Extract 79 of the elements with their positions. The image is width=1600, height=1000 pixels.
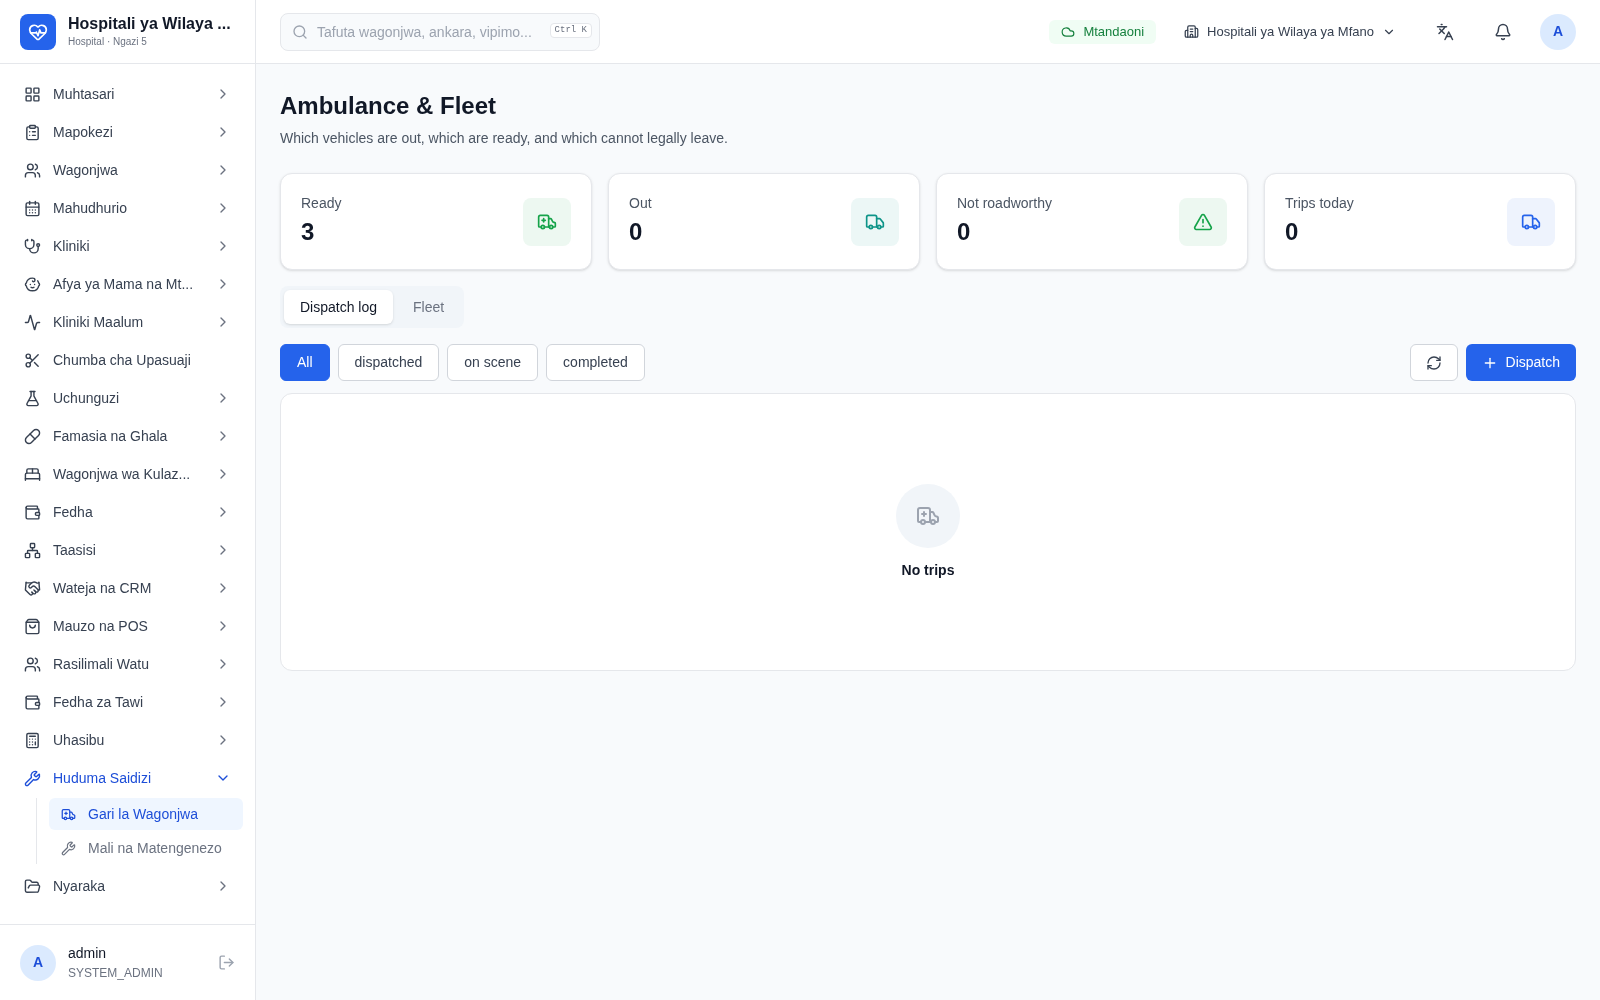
ambulance-icon: [61, 806, 76, 822]
translate-icon[interactable]: [1436, 22, 1454, 41]
sidebar-item[interactable]: Fedha: [12, 494, 243, 530]
flask-icon: [24, 389, 41, 407]
sidebar-item[interactable]: Wagonjwa wa Kulaz...: [12, 456, 243, 492]
sidebar-item[interactable]: Wateja na CRM: [12, 570, 243, 606]
sidebar-item[interactable]: Mahudhurio: [12, 190, 243, 226]
sidebar-item[interactable]: Mapokezi: [12, 114, 243, 150]
calculator-icon: [24, 731, 41, 749]
page-subtitle: Which vehicles are out, which are ready, and which cannot legally leave.: [280, 129, 729, 148]
notification-icon[interactable]: [1494, 22, 1512, 41]
stat-label: Trips today: [1285, 194, 1354, 213]
handshake-icon: [24, 579, 41, 597]
user-name: admin: [68, 944, 108, 963]
user-avatar[interactable]: A: [1540, 13, 1576, 50]
sidebar-item[interactable]: Afya ya Mama na Mt...: [12, 266, 243, 302]
calendar-icon: [24, 199, 41, 217]
brand-subtitle: Hospital · Ngazi 5: [68, 35, 148, 49]
logo-icon: [20, 13, 56, 50]
status-badge: Mtandaoni: [1049, 19, 1157, 44]
filter-chip[interactable]: completed: [546, 344, 645, 381]
refresh-icon: [1425, 354, 1442, 371]
folder-icon: [24, 877, 41, 895]
sidebar-item[interactable]: Kliniki Maalum: [12, 304, 243, 340]
filter-chip[interactable]: on scene: [447, 344, 539, 381]
submenu-item[interactable]: Gari la Wagonjwa: [49, 798, 243, 830]
stat-value: 0: [1285, 217, 1300, 247]
sidebar-item[interactable]: Uchunguzi: [12, 380, 243, 416]
users-icon: [24, 655, 41, 673]
warning-icon: [1193, 211, 1213, 232]
building-icon: [1184, 24, 1200, 39]
user-avatar: A: [20, 944, 56, 981]
sidebar-item[interactable]: Mauzo na POS: [12, 608, 243, 644]
stat-value: 0: [629, 217, 644, 247]
bag-icon: [24, 617, 41, 635]
wrench-icon: [24, 769, 41, 787]
network-icon: [24, 541, 41, 559]
sidebar-item[interactable]: Muhtasari: [12, 76, 243, 112]
sidebar-item[interactable]: Chumba cha Upasuaji: [12, 342, 243, 378]
stat-label: Not roadworthy: [957, 194, 1052, 213]
filter-chip[interactable]: All: [280, 344, 330, 381]
sidebar-item[interactable]: Wagonjwa: [12, 152, 243, 188]
brand-name: Hospitali ya Wilaya ...: [68, 14, 231, 34]
tab[interactable]: Fleet: [397, 290, 461, 324]
sidebar-item[interactable]: Fedha za Tawi: [12, 684, 243, 720]
submenu-item[interactable]: Mali na Matengenezo: [49, 832, 243, 864]
wrench-icon: [61, 840, 76, 856]
pulse-icon: [24, 313, 41, 331]
stat-value: 3: [301, 217, 316, 247]
tab[interactable]: Dispatch log: [284, 290, 394, 324]
cloud-icon: [1061, 24, 1076, 39]
sidebar-item[interactable]: Famasia na Ghala: [12, 418, 243, 454]
pill-icon: [24, 427, 41, 445]
empty-state-text: No trips: [901, 560, 955, 580]
wallet-icon: [24, 503, 41, 521]
stat-label: Ready: [301, 194, 342, 213]
sidebar-item[interactable]: Huduma Saidizi: [12, 760, 243, 796]
user-role: SYSTEM_ADMIN: [68, 965, 164, 982]
sidebar-item[interactable]: Taasisi: [12, 532, 243, 568]
baby-icon: [24, 275, 41, 293]
filter-chip[interactable]: dispatched: [337, 344, 440, 381]
bed-icon: [24, 465, 41, 483]
stat-value: 0: [957, 217, 972, 247]
grid-icon: [24, 85, 41, 103]
sidebar-item[interactable]: Rasilimali Watu: [12, 646, 243, 682]
stat-label: Out: [629, 194, 652, 213]
sidebar-item[interactable]: Nyaraka: [12, 868, 243, 904]
page-title: Ambulance & Fleet: [280, 91, 498, 121]
refresh-button[interactable]: [1409, 344, 1458, 381]
sidebar-item[interactable]: Kliniki: [12, 228, 243, 264]
scissors-icon: [24, 351, 41, 369]
search-icon: [292, 23, 308, 40]
wallet-icon: [24, 693, 41, 711]
clipboard-icon: [24, 123, 41, 141]
sidebar-item[interactable]: Uhasibu: [12, 722, 243, 758]
dispatch-button[interactable]: Dispatch: [1465, 344, 1576, 381]
facility-selector[interactable]: Hospitali ya Wilaya ya Mfano: [1172, 21, 1408, 42]
users-icon: [24, 161, 41, 179]
stethoscope-icon: [24, 237, 41, 255]
